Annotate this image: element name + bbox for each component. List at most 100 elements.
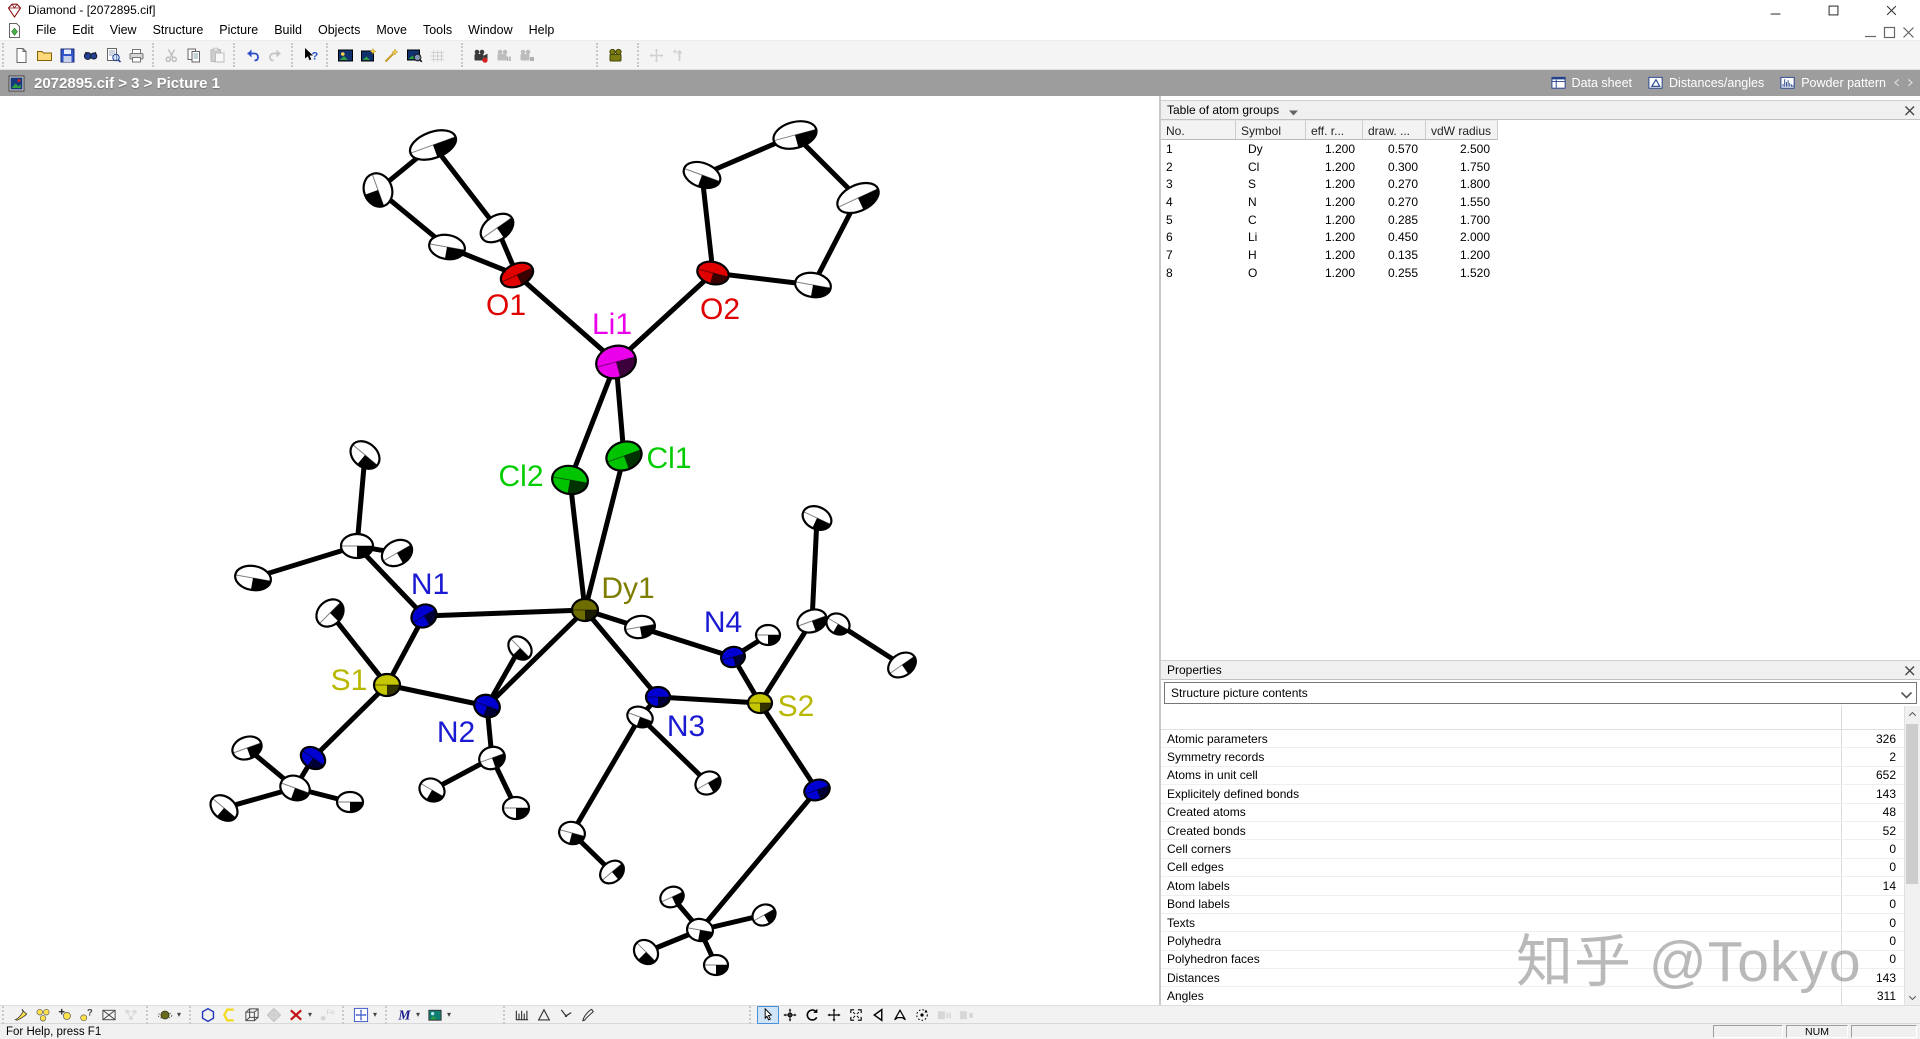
column-header-vdwradius[interactable]: vdW radius (1426, 120, 1498, 140)
properties-row[interactable]: Atomic parameters 326 (1161, 730, 1904, 749)
menu-objects[interactable]: Objects (310, 21, 368, 39)
atom-c11[interactable] (377, 535, 417, 572)
mdi-minimize-button[interactable] (1862, 24, 1876, 37)
atom-c8[interactable] (793, 270, 833, 300)
measure-mode-dropdown-icon[interactable]: ▾ (416, 1010, 424, 1019)
spin-mode-icon[interactable] (911, 1006, 933, 1024)
copy-icon[interactable] (183, 43, 206, 67)
atom-query-icon[interactable]: ? (76, 1006, 98, 1024)
column-header-draw[interactable]: draw. ... (1363, 120, 1426, 140)
mdi-close-button[interactable] (1900, 24, 1914, 38)
record-video-icon[interactable] (469, 43, 492, 67)
atom-c5[interactable] (770, 117, 819, 154)
atom-c34[interactable] (629, 935, 663, 969)
atom-dy1[interactable] (570, 597, 600, 623)
atom-table-row[interactable]: 8 O 1.200 0.255 1.520 (1161, 264, 1920, 282)
panel-dropdown-icon[interactable] (1285, 104, 1299, 116)
properties-close-icon[interactable] (1902, 663, 1917, 678)
wizard-icon[interactable] (380, 43, 403, 67)
new-picture-icon[interactable] (357, 43, 380, 67)
angle-measure-icon[interactable] (533, 1006, 555, 1024)
add-atom-icon[interactable] (54, 1006, 76, 1024)
maximize-button[interactable] (1804, 0, 1862, 20)
atom-table-column-headers[interactable]: No. Symbol eff. r... draw. ... vdW radius (1161, 120, 1498, 140)
atom-c10[interactable] (339, 532, 375, 560)
atoms-cluster-icon[interactable] (32, 1006, 54, 1024)
properties-row[interactable]: Created atoms 48 (1161, 804, 1904, 822)
bond[interactable] (809, 515, 820, 624)
column-header-no[interactable]: No. (1161, 120, 1236, 140)
atom-c2[interactable] (359, 169, 397, 211)
atom-c19[interactable] (415, 774, 449, 806)
menu-file[interactable]: File (28, 21, 64, 39)
picture-icon[interactable] (334, 43, 357, 67)
print-preview-icon[interactable] (102, 43, 125, 67)
find-icon[interactable] (79, 43, 102, 67)
bond[interactable] (655, 694, 763, 706)
select-cursor-icon[interactable] (757, 1005, 779, 1024)
properties-panel-header[interactable]: Properties (1161, 660, 1920, 680)
atom-cl1[interactable] (602, 437, 645, 476)
bond[interactable] (430, 142, 500, 231)
properties-scrollbar[interactable] (1904, 706, 1920, 1005)
properties-row[interactable]: Cell corners 0 (1161, 840, 1904, 859)
menu-edit[interactable]: Edit (64, 21, 102, 39)
powder-pattern-button[interactable]: Powder pattern (1780, 75, 1886, 91)
atom-c16[interactable] (205, 790, 242, 826)
properties-selector-dropdown[interactable]: Structure picture contents (1164, 682, 1917, 704)
atom-cl2[interactable] (550, 463, 590, 497)
menu-build[interactable]: Build (266, 21, 310, 39)
move-xy-icon[interactable] (779, 1006, 801, 1024)
scrollbar-thumb[interactable] (1906, 724, 1918, 884)
scroll-down-icon[interactable] (1905, 989, 1920, 1005)
menu-picture[interactable]: Picture (211, 21, 266, 39)
menu-window[interactable]: Window (460, 21, 520, 39)
bond[interactable] (484, 607, 588, 709)
atom-table-row[interactable]: 6 Li 1.200 0.450 2.000 (1161, 228, 1920, 246)
pan-view-icon[interactable] (823, 1006, 845, 1024)
find-picture-icon[interactable] (403, 43, 426, 67)
menu-tools[interactable]: Tools (415, 21, 460, 39)
properties-row[interactable]: Angles 311 (1161, 987, 1904, 1005)
atom-c20[interactable] (501, 795, 531, 821)
print-icon[interactable] (125, 43, 148, 67)
measure-mode-icon[interactable]: M (393, 1006, 415, 1024)
bond[interactable] (699, 172, 716, 276)
help-pointer-icon[interactable]: ? (299, 43, 322, 67)
save-icon[interactable] (56, 43, 79, 67)
atom-c18[interactable] (476, 743, 508, 773)
thermal-ellipsoid-dropdown-icon[interactable]: ▾ (177, 1010, 185, 1019)
data-sheet-button[interactable]: Data sheet (1551, 75, 1632, 91)
torsion-measure-icon[interactable] (555, 1006, 577, 1024)
properties-row[interactable]: Symmetry records 2 (1161, 748, 1904, 767)
menu-structure[interactable]: Structure (145, 21, 212, 39)
picture-mode-icon[interactable] (424, 1006, 446, 1024)
atom-table-row[interactable]: 4 N 1.200 0.270 1.550 (1161, 193, 1920, 211)
atom-c22[interactable] (623, 614, 656, 641)
picture-mode-dropdown-icon[interactable]: ▾ (447, 1010, 455, 1019)
atom-s2[interactable] (746, 691, 774, 715)
distances-angles-button[interactable]: Distances/angles (1648, 75, 1764, 91)
properties-row[interactable]: Texts 0 (1161, 914, 1904, 933)
atom-n3[interactable] (644, 685, 672, 709)
atom-c35[interactable] (702, 953, 730, 977)
tab-nav-right-icon[interactable] (1904, 75, 1916, 91)
fill-mode-icon[interactable] (10, 1006, 32, 1024)
atom-table-row[interactable]: 2 Cl 1.200 0.300 1.750 (1161, 158, 1920, 176)
atom-c36[interactable] (749, 900, 780, 929)
structure-picture-pane[interactable]: O1 O2 Li1 Cl2 Cl1 Dy1 N1 N2 N3 N4 S1 S2 (0, 96, 1161, 1005)
free-sketch-icon[interactable] (577, 1006, 599, 1024)
atom-c29[interactable] (794, 606, 830, 637)
menu-move[interactable]: Move (368, 21, 415, 39)
rotate-left-icon[interactable] (867, 1006, 889, 1024)
rotate-z-icon[interactable] (801, 1006, 823, 1024)
atom-c31[interactable] (883, 647, 920, 682)
properties-row[interactable]: Atom labels 14 (1161, 877, 1904, 896)
bond[interactable] (384, 682, 490, 709)
fit-view-icon[interactable] (350, 1006, 372, 1024)
atom-table-body[interactable]: 1 Dy 1.200 0.570 2.500 2 Cl 1.200 0.300 1.750 3 S 1.… (1161, 140, 1920, 282)
atom-table-row[interactable]: 5 C 1.200 0.285 1.700 (1161, 211, 1920, 229)
scroll-up-icon[interactable] (1905, 706, 1920, 722)
properties-row[interactable]: Cell edges 0 (1161, 859, 1904, 878)
destroy-bonds-icon[interactable] (285, 1006, 307, 1024)
